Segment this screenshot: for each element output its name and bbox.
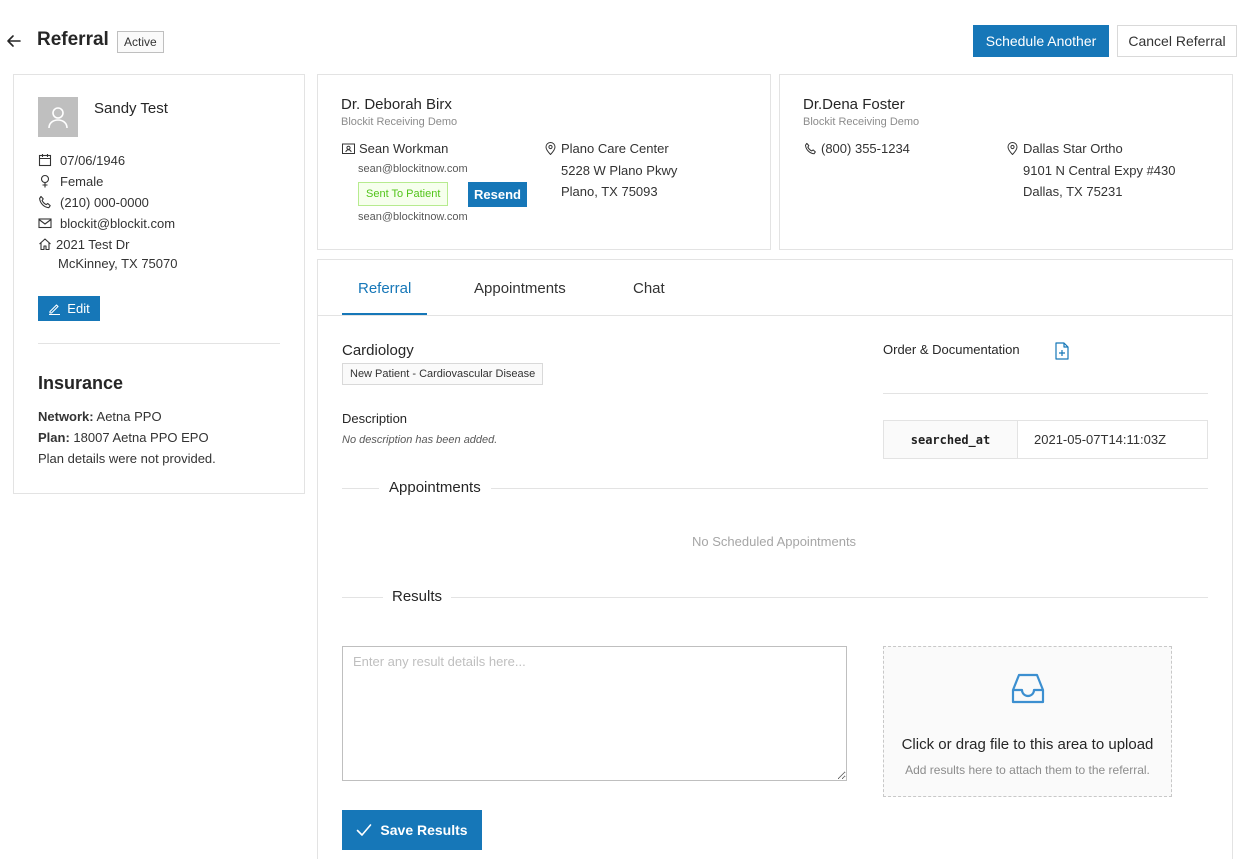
- receiving-location-name: Dallas Star Ortho: [1023, 141, 1123, 156]
- contact-email: sean@blockitnow.com: [358, 163, 468, 175]
- address-row: 2021 Test Dr: [38, 234, 129, 254]
- schedule-another-button[interactable]: Schedule Another: [973, 25, 1109, 57]
- dob-row: 07/06/1946: [38, 150, 125, 170]
- location-name: Plano Care Center: [561, 141, 669, 156]
- location-street: 5228 W Plano Pkwy: [561, 163, 678, 178]
- female-icon: [38, 174, 52, 188]
- tab-bar: Referral Appointments Chat: [318, 260, 1232, 316]
- avatar: [38, 97, 78, 137]
- calendar-icon: [38, 153, 52, 167]
- file-add-icon[interactable]: [1054, 342, 1070, 360]
- plan-note: Plan details were not provided.: [38, 451, 216, 466]
- status-badge: Active: [117, 31, 164, 53]
- network-label: Network:: [38, 409, 94, 424]
- back-arrow-icon[interactable]: [4, 31, 24, 51]
- results-textarea[interactable]: [342, 646, 847, 781]
- upload-text: Click or drag file to this area to uploa…: [901, 736, 1154, 753]
- patient-card: Sandy Test 07/06/1946 Female (210) 000-0…: [13, 74, 305, 494]
- order-divider: [883, 393, 1208, 394]
- tab-chat[interactable]: Chat: [633, 280, 665, 297]
- referring-provider-name: Dr. Deborah Birx: [341, 96, 452, 113]
- description-label: Description: [342, 411, 408, 426]
- email-row: blockit@blockit.com: [38, 213, 175, 233]
- results-divider: [342, 597, 1208, 598]
- visit-type-tag: New Patient - Cardiovascular Disease: [342, 363, 544, 385]
- cancel-referral-button[interactable]: Cancel Referral: [1117, 25, 1237, 57]
- save-results-button[interactable]: Save Results: [342, 810, 482, 850]
- edit-patient-button[interactable]: Edit: [38, 296, 100, 321]
- contact-row: Sean Workman: [342, 141, 448, 156]
- resend-button[interactable]: Resend: [468, 182, 527, 207]
- referral-panel: Referral Appointments Chat Cardiology Ne…: [317, 259, 1233, 859]
- patient-address-line2: McKinney, TX 75070: [58, 256, 178, 271]
- receiving-provider-name: Dr.Dena Foster: [803, 96, 905, 113]
- receiving-phone: (800) 355-1234: [821, 141, 910, 156]
- plan-value: 18007 Aetna PPO EPO: [73, 430, 209, 445]
- receiving-provider-org: Blockit Receiving Demo: [803, 116, 920, 128]
- order-documentation-label: Order & Documentation: [883, 342, 1020, 357]
- check-icon: [356, 823, 372, 837]
- specialty-title: Cardiology: [342, 342, 414, 359]
- home-icon: [38, 237, 52, 251]
- receiving-phone-row: (800) 355-1234: [804, 141, 910, 156]
- location-city: Plano, TX 75093: [561, 184, 658, 199]
- phone-icon: [804, 142, 817, 155]
- contact-card-icon: [342, 142, 355, 155]
- user-icon: [46, 105, 70, 129]
- patient-email: blockit@blockit.com: [60, 215, 176, 231]
- metadata-key: searched_at: [884, 421, 1018, 458]
- upload-dropzone[interactable]: Click or drag file to this area to uploa…: [883, 646, 1172, 797]
- edit-icon: [48, 302, 61, 315]
- metadata-row: searched_at 2021-05-07T14:11:03Z: [883, 420, 1208, 459]
- sent-to-patient-tag: Sent To Patient: [358, 182, 449, 206]
- network-value: Aetna PPO: [96, 409, 162, 424]
- phone-row: (210) 000-0000: [38, 192, 149, 212]
- receiving-location-row: Dallas Star Ortho: [1006, 141, 1123, 156]
- metadata-value: 2021-05-07T14:11:03Z: [1034, 432, 1167, 447]
- mail-icon: [38, 216, 52, 230]
- patient-dob: 07/06/1946: [60, 152, 126, 168]
- contact-email-secondary: sean@blockitnow.com: [358, 211, 468, 223]
- location-pin-icon: [544, 142, 557, 155]
- insurance-plan: Plan: 18007 Aetna PPO EPO: [38, 430, 209, 445]
- receiving-location-street: 9101 N Central Expy #430: [1023, 163, 1176, 178]
- insurance-title: Insurance: [38, 373, 124, 393]
- referring-provider-card: Dr. Deborah Birx Blockit Receiving Demo …: [317, 74, 771, 250]
- contact-name: Sean Workman: [359, 141, 449, 156]
- patient-name: Sandy Test: [94, 100, 168, 117]
- referring-provider-org: Blockit Receiving Demo: [341, 116, 458, 128]
- location-row: Plano Care Center: [544, 141, 669, 156]
- tab-referral[interactable]: Referral: [358, 280, 411, 297]
- receiving-location-city: Dallas, TX 75231: [1023, 184, 1123, 199]
- tab-appointments[interactable]: Appointments: [474, 280, 566, 297]
- edit-label: Edit: [67, 301, 90, 316]
- results-section-title: Results: [383, 588, 452, 605]
- active-tab-indicator: [342, 313, 427, 315]
- plan-label: Plan:: [38, 430, 70, 445]
- description-empty: No description has been added.: [342, 434, 498, 446]
- patient-address-line1: 2021 Test Dr: [56, 236, 130, 252]
- no-appointments-text: No Scheduled Appointments: [692, 534, 857, 549]
- insurance-network: Network: Aetna PPO: [38, 409, 162, 424]
- appointments-section-title: Appointments: [379, 479, 491, 496]
- gender-row: Female: [38, 171, 103, 191]
- page-title: Referral: [37, 29, 109, 50]
- location-pin-icon: [1006, 142, 1019, 155]
- patient-gender: Female: [60, 173, 104, 189]
- save-results-label: Save Results: [380, 822, 468, 838]
- phone-icon: [38, 195, 52, 209]
- receiving-provider-card: Dr.Dena Foster Blockit Receiving Demo (8…: [779, 74, 1233, 250]
- inbox-icon: [1008, 670, 1048, 708]
- patient-phone: (210) 000-0000: [60, 194, 149, 210]
- upload-hint: Add results here to attach them to the r…: [905, 763, 1150, 777]
- divider: [38, 343, 280, 344]
